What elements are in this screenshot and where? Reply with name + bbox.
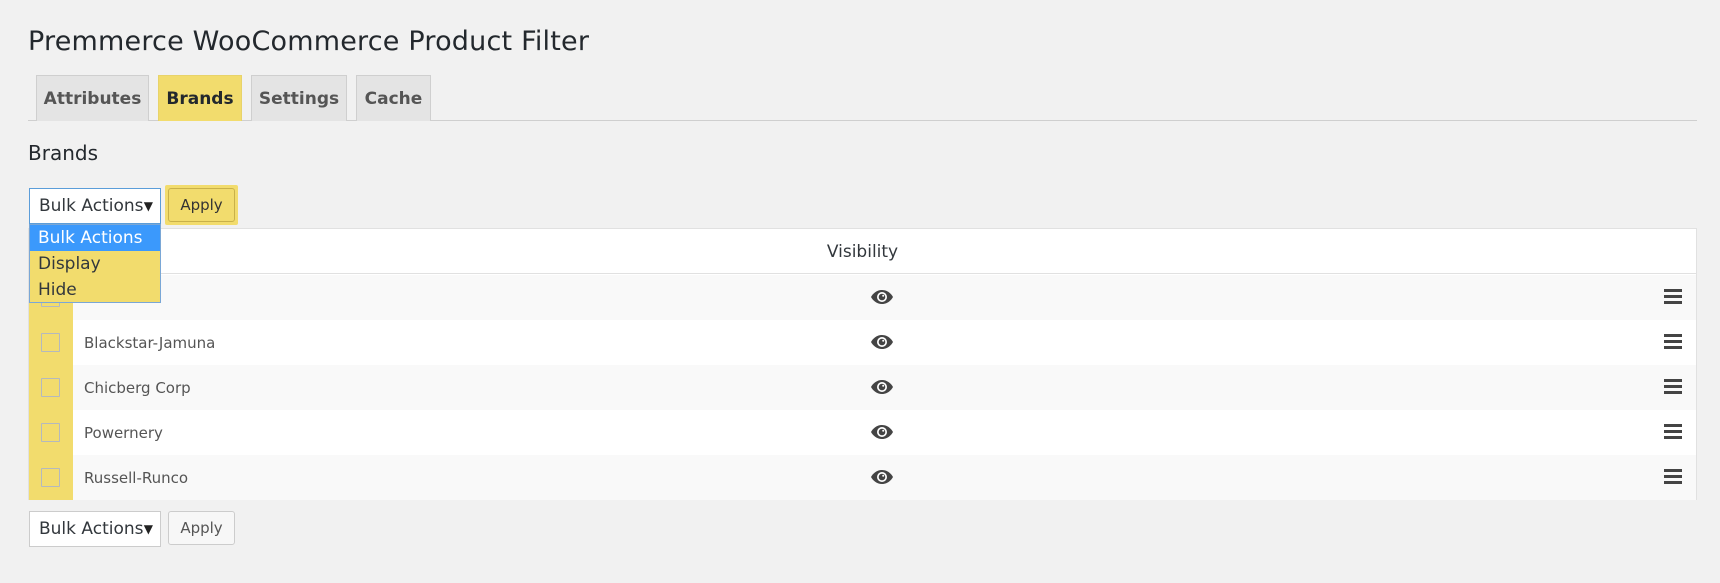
checkbox-cell	[29, 410, 73, 455]
eye-icon[interactable]	[870, 423, 894, 441]
eye-icon[interactable]	[870, 468, 894, 486]
bulk-actions-selected-value: Bulk Actions	[39, 519, 144, 539]
drag-handle-icon[interactable]	[1664, 424, 1682, 440]
section-title: Brands	[28, 141, 98, 165]
bulk-actions-select-bottom[interactable]: Bulk Actions ▼	[29, 511, 161, 547]
option-display[interactable]: Display	[30, 251, 160, 277]
checkbox-cell	[29, 455, 73, 500]
table-row: Blackstar-Jamuna	[29, 320, 1696, 365]
option-bulk-actions[interactable]: Bulk Actions	[30, 225, 160, 251]
eye-icon[interactable]	[870, 378, 894, 396]
brand-name: Russell-Runco	[84, 468, 189, 487]
bulk-actions-select-top[interactable]: Bulk Actions ▼	[29, 188, 161, 224]
visibility-column-header: Visibility	[826, 241, 899, 262]
option-hide[interactable]: Hide	[30, 277, 160, 303]
brand-name: Powernery	[84, 423, 163, 442]
table-row: Russell-Runco	[29, 455, 1696, 500]
brand-name: Chicberg Corp	[84, 378, 191, 397]
drag-handle-icon[interactable]	[1664, 334, 1682, 350]
bulk-actions-selected-value: Bulk Actions	[39, 196, 144, 216]
tab-bar: Attributes Brands Settings Cache	[28, 75, 1697, 121]
row-checkbox[interactable]	[41, 423, 60, 442]
brand-name: Blackstar-Jamuna	[84, 333, 216, 352]
table-header: Visibility	[29, 229, 1696, 274]
caret-down-icon: ▼	[143, 199, 153, 213]
drag-handle-icon[interactable]	[1664, 469, 1682, 485]
table-row: Chicberg Corp	[29, 365, 1696, 410]
eye-icon[interactable]	[870, 333, 894, 351]
apply-button-top[interactable]: Apply	[168, 188, 235, 222]
row-checkbox[interactable]	[41, 378, 60, 397]
checkbox-cell	[29, 365, 73, 410]
drag-handle-icon[interactable]	[1664, 289, 1682, 305]
table-row	[29, 275, 1696, 320]
row-checkbox[interactable]	[41, 333, 60, 352]
tab-attributes[interactable]: Attributes	[36, 75, 149, 121]
brands-table: Visibility Blackstar-Jamuna Chicberg Cor…	[28, 228, 1697, 500]
apply-button-bottom[interactable]: Apply	[168, 511, 235, 545]
eye-icon[interactable]	[870, 288, 894, 306]
caret-down-icon: ▼	[143, 522, 153, 536]
checkbox-cell	[29, 320, 73, 365]
page-title: Premmerce WooCommerce Product Filter	[28, 26, 590, 57]
tab-brands[interactable]: Brands	[158, 75, 242, 121]
apply-highlight: Apply	[165, 185, 238, 225]
row-checkbox[interactable]	[41, 468, 60, 487]
drag-handle-icon[interactable]	[1664, 379, 1682, 395]
tab-settings[interactable]: Settings	[251, 75, 347, 121]
tab-cache[interactable]: Cache	[356, 75, 431, 121]
bulk-actions-dropdown-list: Bulk Actions Display Hide	[29, 224, 161, 303]
table-row: Powernery	[29, 410, 1696, 455]
